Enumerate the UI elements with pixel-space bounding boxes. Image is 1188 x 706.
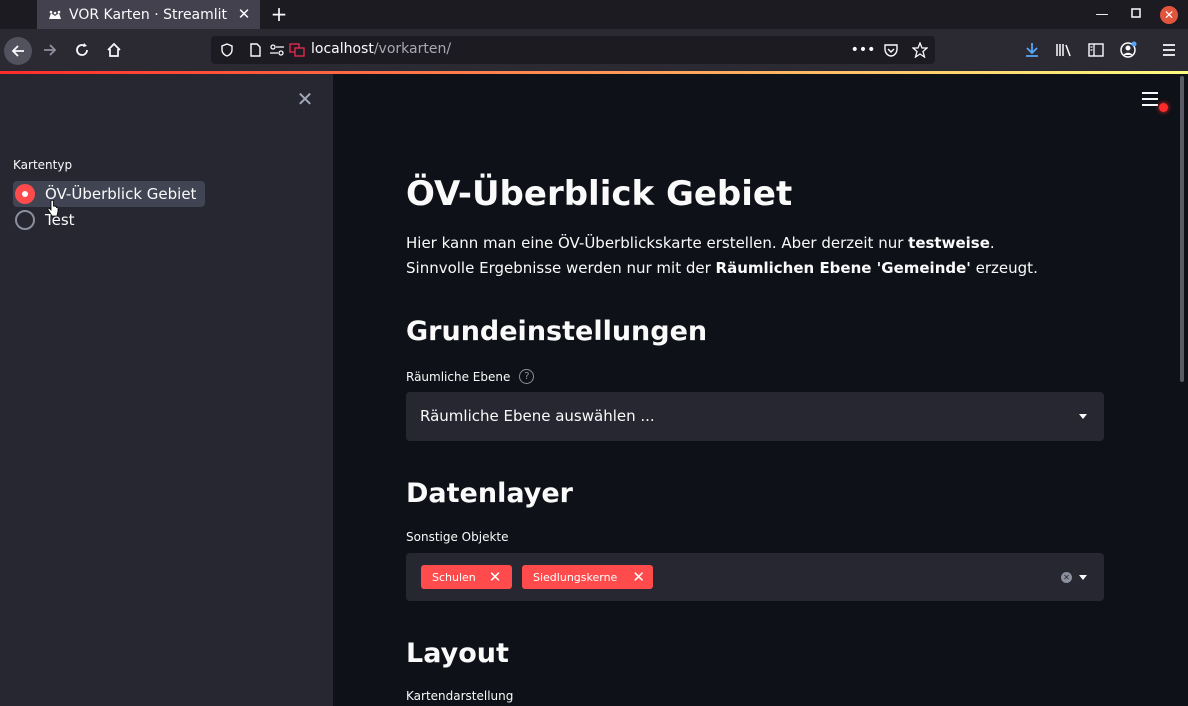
spatial-level-label: Räumliche Ebene ? — [406, 369, 535, 384]
radio-group-label: Kartentyp — [13, 158, 73, 172]
library-icon[interactable] — [1052, 38, 1076, 62]
tab-close-icon[interactable]: ✕ — [236, 6, 252, 22]
main-content: ÖV-Überblick Gebiet Hier kann man eine Ö… — [333, 74, 1176, 706]
url-bar[interactable]: localhost/vorkarten/ ••• — [211, 36, 935, 64]
account-icon[interactable] — [1116, 38, 1140, 62]
radio-option-overview[interactable]: ÖV-Überblick Gebiet — [13, 181, 206, 207]
page-info-icon[interactable] — [243, 38, 267, 62]
sidebar: ✕ Kartentyp ÖV-Überblick Gebiet Test — [0, 74, 333, 706]
downloads-icon[interactable] — [1020, 38, 1044, 62]
chevron-down-icon[interactable] — [1079, 575, 1087, 580]
page-title: ÖV-Überblick Gebiet — [406, 174, 793, 214]
radio-selected-icon[interactable] — [15, 184, 35, 204]
url-text: localhost/vorkarten/ — [311, 41, 452, 57]
close-sidebar-icon[interactable]: ✕ — [295, 89, 315, 109]
window-close-icon[interactable]: ✕ — [1160, 6, 1178, 24]
notification-dot — [1159, 103, 1168, 112]
tab-title: VOR Karten · Streamlit — [69, 6, 228, 23]
app-menu-icon[interactable] — [1157, 38, 1181, 62]
chevron-down-icon[interactable] — [1079, 414, 1087, 419]
other-objects-multiselect[interactable]: Schulen ✕ Siedlungskerne ✕ ✕ — [406, 553, 1104, 601]
streamlit-favicon-icon — [47, 7, 63, 23]
section-heading-basic: Grundeinstellungen — [406, 316, 708, 347]
shield-icon[interactable] — [215, 38, 239, 62]
remove-chip-icon[interactable]: ✕ — [489, 568, 502, 586]
section-heading-data: Datenlayer — [406, 478, 573, 509]
clear-all-icon[interactable]: ✕ — [1061, 572, 1072, 583]
insecure-connection-icon[interactable] — [285, 38, 309, 62]
home-icon[interactable] — [102, 38, 126, 62]
reload-icon[interactable] — [70, 38, 94, 62]
pocket-icon[interactable] — [879, 38, 903, 62]
map-display-label: Kartendarstellung — [406, 689, 514, 703]
spatial-level-select[interactable]: Räumliche Ebene auswählen ... — [406, 392, 1104, 441]
remove-chip-icon[interactable]: ✕ — [632, 568, 645, 586]
radio-unselected-icon[interactable] — [15, 210, 35, 230]
radio-option-label: ÖV-Überblick Gebiet — [45, 185, 197, 203]
more-actions-icon[interactable]: ••• — [851, 38, 876, 62]
browser-tab[interactable]: VOR Karten · Streamlit ✕ — [37, 0, 260, 29]
chip-schulen: Schulen ✕ — [421, 565, 512, 589]
scrollbar-thumb[interactable] — [1180, 76, 1184, 382]
chip-siedlungskerne: Siedlungskerne ✕ — [522, 565, 653, 589]
mouse-pointer-icon — [47, 200, 59, 217]
maximize-icon[interactable] — [1127, 6, 1145, 24]
minimize-icon[interactable]: — — [1093, 6, 1111, 24]
scrollbar[interactable] — [1176, 74, 1188, 706]
back-icon[interactable] — [4, 37, 32, 65]
other-objects-label: Sonstige Objekte — [406, 530, 509, 544]
forward-icon[interactable] — [38, 38, 62, 62]
browser-nav-bar: localhost/vorkarten/ ••• — [0, 29, 1188, 71]
intro-text: Hier kann man eine ÖV-Überblickskarte er… — [406, 234, 1038, 277]
new-tab-icon[interactable]: + — [268, 3, 290, 25]
help-icon[interactable]: ? — [519, 369, 535, 384]
bookmark-star-icon[interactable] — [908, 38, 932, 62]
select-placeholder: Räumliche Ebene auswählen ... — [420, 407, 655, 425]
section-heading-layout: Layout — [406, 638, 509, 669]
browser-tab-bar: VOR Karten · Streamlit ✕ + — ✕ — [0, 0, 1188, 29]
sidebar-toggle-icon[interactable] — [1084, 38, 1108, 62]
